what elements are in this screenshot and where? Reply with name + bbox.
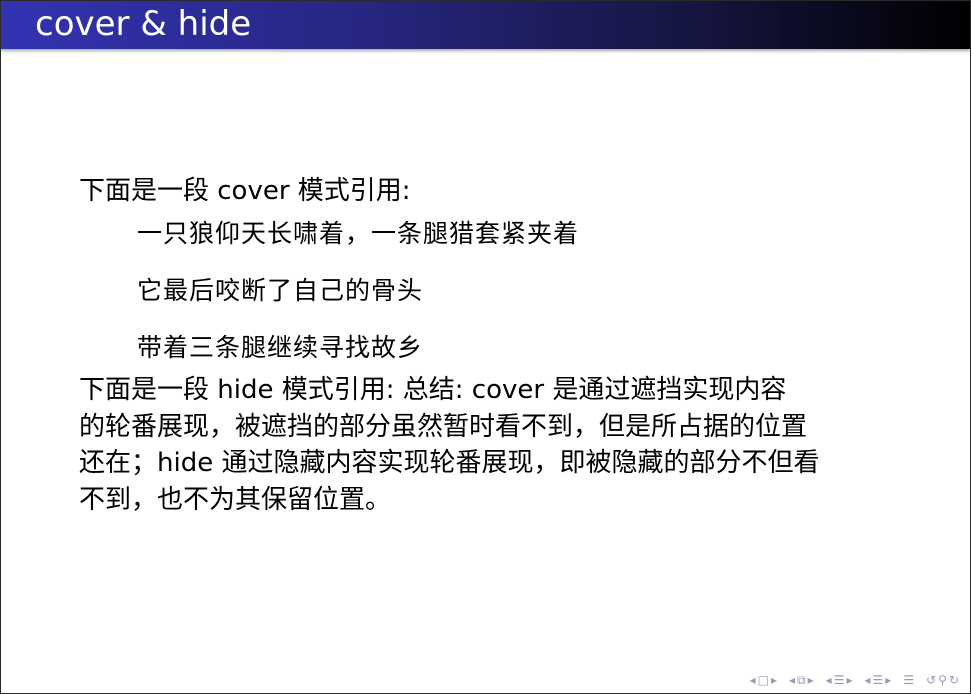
title-bar: cover & hide — [1, 1, 970, 49]
quote-line: 它最后咬断了自己的骨头 — [137, 276, 424, 305]
summary-paragraph: 下面是一段 hide 模式引用: 总结: cover 是通过遮挡实现内容 的轮番… — [79, 372, 909, 518]
summary-line: 还在；hide 通过隐藏内容实现轮番展现，即被隐藏的部分不但看 — [79, 448, 820, 478]
nav-frame-group: ◂ □ ▸ — [749, 673, 778, 687]
nav-search-group: ↺ ⚲ ↻ — [925, 673, 960, 687]
nav-prev-subsection-icon[interactable]: ◂ — [788, 673, 796, 687]
nav-frame-icon[interactable]: □ — [757, 673, 770, 687]
summary-line: 不到，也不为其保留位置。 — [79, 484, 392, 515]
nav-prev-section-icon[interactable]: ◂ — [825, 673, 833, 687]
nav-prev-frame-icon[interactable]: ◂ — [749, 673, 757, 687]
nav-next-subsection-icon[interactable]: ▸ — [807, 673, 815, 687]
nav-back-icon[interactable]: ↺ — [925, 673, 937, 687]
nav-document-group: ◂ ☰ ▸ — [863, 673, 892, 687]
quote-line: 一只狼仰天长啸着，一条腿猎套紧夹着 — [137, 219, 580, 248]
nav-document-icon[interactable]: ☰ — [872, 673, 885, 687]
nav-subsection-group: ◂ ⧉ ▸ — [788, 673, 815, 687]
nav-outline-group: ☰ — [902, 673, 915, 687]
nav-next-document-icon[interactable]: ▸ — [884, 673, 892, 687]
nav-section-icon[interactable]: ☰ — [833, 673, 846, 687]
nav-outline-icon[interactable]: ☰ — [902, 673, 915, 687]
nav-section-group: ◂ ☰ ▸ — [825, 673, 854, 687]
slide-title: cover & hide — [35, 4, 252, 44]
nav-subsection-icon[interactable]: ⧉ — [796, 673, 807, 687]
summary-line: 的轮番展现，被遮挡的部分虽然暂时看不到，但是所占据的位置 — [79, 411, 808, 442]
beamer-navigation-bar: ◂ □ ▸ ◂ ⧉ ▸ ◂ ☰ ▸ ◂ ☰ ▸ ☰ ↺ ⚲ ↻ — [741, 673, 960, 687]
quote-line: 带着三条腿继续寻找故乡 — [137, 333, 424, 362]
nav-prev-document-icon[interactable]: ◂ — [863, 673, 871, 687]
nav-next-section-icon[interactable]: ▸ — [845, 673, 853, 687]
slide-content: 下面是一段 cover 模式引用: 一只狼仰天长啸着，一条腿猎套紧夹着 它最后咬… — [79, 173, 909, 518]
cover-intro: 下面是一段 cover 模式引用: — [79, 176, 411, 206]
slide-frame: cover & hide 下面是一段 cover 模式引用: 一只狼仰天长啸着，… — [0, 0, 971, 694]
quote-block: 一只狼仰天长啸着，一条腿猎套紧夹着 它最后咬断了自己的骨头 带着三条腿继续寻找故… — [137, 217, 909, 365]
nav-search-icon[interactable]: ⚲ — [937, 673, 948, 687]
nav-next-frame-icon[interactable]: ▸ — [770, 673, 778, 687]
summary-line: 下面是一段 hide 模式引用: 总结: cover 是通过遮挡实现内容 — [79, 375, 787, 405]
nav-forward-icon[interactable]: ↻ — [948, 673, 960, 687]
